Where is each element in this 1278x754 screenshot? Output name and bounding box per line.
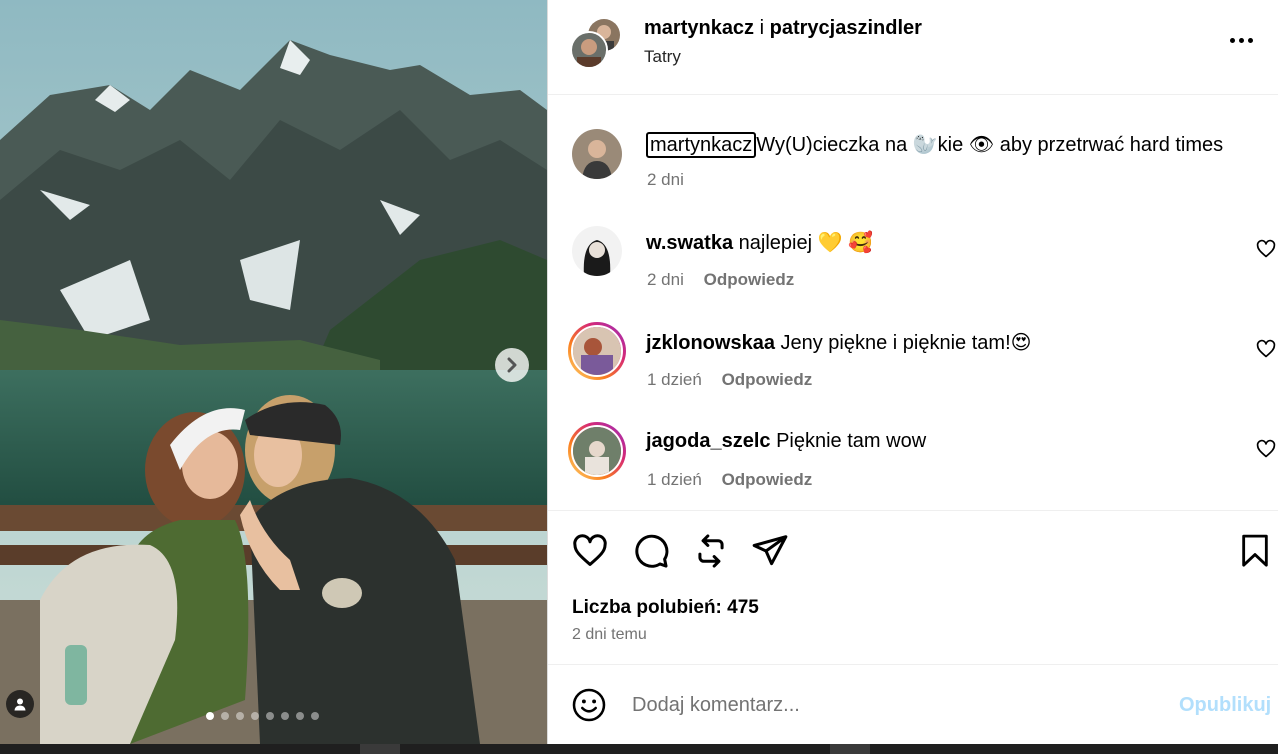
chevron-right-icon	[507, 357, 517, 373]
publish-button[interactable]: Opublikuj	[1179, 694, 1271, 717]
taskbar-strip	[0, 744, 1278, 754]
comment-username[interactable]: jzklonowskaa	[646, 332, 775, 354]
more-options-icon	[1230, 38, 1235, 43]
caption-username[interactable]: martynkacz	[646, 132, 757, 158]
comment-username[interactable]: jagoda_szelc	[646, 430, 771, 452]
comments-list[interactable]: martynkacz Wy(U)cieczka na 🦭kie 👁 aby prz…	[548, 96, 1278, 510]
comment-username[interactable]: w.swatka	[646, 232, 733, 254]
post-modal: martynkacz i patrycjaszindler Tatry mart…	[0, 0, 1278, 744]
post-info-panel: martynkacz i patrycjaszindler Tatry mart…	[547, 0, 1278, 744]
comment-like-heart-icon[interactable]	[1256, 339, 1276, 359]
comment-composer: Opublikuj	[548, 666, 1278, 744]
comment-time[interactable]: 1 dzień	[647, 470, 702, 489]
comment-meta: 1 dzień Odpowiedz	[647, 470, 812, 490]
post-actions: Liczba polubień: 475 2 dni temu	[548, 510, 1278, 665]
avatar[interactable]	[572, 226, 622, 276]
heart-icon[interactable]	[571, 532, 609, 570]
carousel-dot	[281, 712, 289, 720]
reply-button[interactable]: Odpowiedz	[722, 470, 813, 489]
post-media[interactable]	[0, 0, 547, 744]
more-options-button[interactable]	[1230, 38, 1256, 46]
comment-text: jagoda_szelc Pięknie tam wow	[646, 430, 926, 453]
comment-bubble-icon[interactable]	[632, 532, 670, 570]
carousel-dot	[266, 712, 274, 720]
emoji-icon[interactable]	[571, 687, 607, 723]
avatar-story-ring[interactable]	[568, 322, 626, 380]
collaborator-username[interactable]: patrycjaszindler	[770, 17, 922, 39]
bookmark-icon[interactable]	[1238, 532, 1272, 570]
caption-time[interactable]: 2 dni	[647, 170, 684, 190]
carousel-dot	[311, 712, 319, 720]
comment-time[interactable]: 2 dni	[647, 270, 684, 289]
comment-text: jzklonowskaa Jeny piękne i pięknie tam!😍	[646, 330, 1031, 355]
send-icon[interactable]	[751, 532, 789, 570]
caption-text-before: Wy(U)cieczka na	[756, 134, 913, 156]
repost-icon[interactable]	[692, 532, 730, 570]
comment-like-heart-icon[interactable]	[1256, 439, 1276, 459]
comment-like-heart-icon[interactable]	[1256, 239, 1276, 259]
avatar	[571, 325, 623, 377]
reply-button[interactable]: Odpowiedz	[722, 370, 813, 389]
collab-avatars[interactable]	[570, 17, 622, 69]
carousel-dot	[251, 712, 259, 720]
comment-text: w.swatka najlepiej 💛 🥰	[646, 230, 873, 255]
eye-emoji: 👁	[968, 134, 995, 156]
carousel-dot	[221, 712, 229, 720]
post-header: martynkacz i patrycjaszindler Tatry	[548, 0, 1278, 95]
comment-body: najlepiej 💛 🥰	[738, 232, 873, 254]
avatar-story-ring[interactable]	[568, 422, 626, 480]
post-authors: martynkacz i patrycjaszindler	[644, 17, 922, 40]
post-location[interactable]: Tatry	[644, 47, 681, 67]
carousel-dot	[296, 712, 304, 720]
post-photo	[0, 0, 547, 744]
post-timestamp: 2 dni temu	[572, 626, 647, 643]
seal-emoji: 🦭	[912, 134, 938, 156]
carousel-next-button[interactable]	[495, 348, 529, 382]
caption-text-after: aby przetrwać hard times	[994, 134, 1224, 156]
comment-input[interactable]	[632, 690, 1152, 720]
caption-text: martynkacz Wy(U)cieczka na 🦭kie 👁 aby prz…	[646, 132, 1224, 158]
comment-time[interactable]: 1 dzień	[647, 370, 702, 389]
comment-meta: 2 dni Odpowiedz	[647, 270, 794, 290]
comment-meta: 1 dzień Odpowiedz	[647, 370, 812, 390]
caption-text-mid: kie	[937, 134, 969, 156]
comment-body: Jeny piękne i pięknie tam!😍	[780, 332, 1032, 354]
reply-button[interactable]: Odpowiedz	[704, 270, 795, 289]
user-tag-icon	[14, 698, 26, 711]
carousel-dot	[206, 712, 214, 720]
author-username[interactable]: martynkacz	[644, 17, 754, 39]
comment-body: Pięknie tam wow	[776, 430, 927, 452]
avatar	[570, 31, 608, 69]
author-connector: i	[759, 17, 765, 39]
avatar	[571, 425, 623, 477]
carousel-dot	[236, 712, 244, 720]
avatar[interactable]	[572, 129, 622, 179]
user-tags-button[interactable]	[6, 690, 34, 718]
carousel-indicator	[206, 712, 319, 720]
like-count[interactable]: Liczba polubień: 475	[572, 597, 759, 619]
